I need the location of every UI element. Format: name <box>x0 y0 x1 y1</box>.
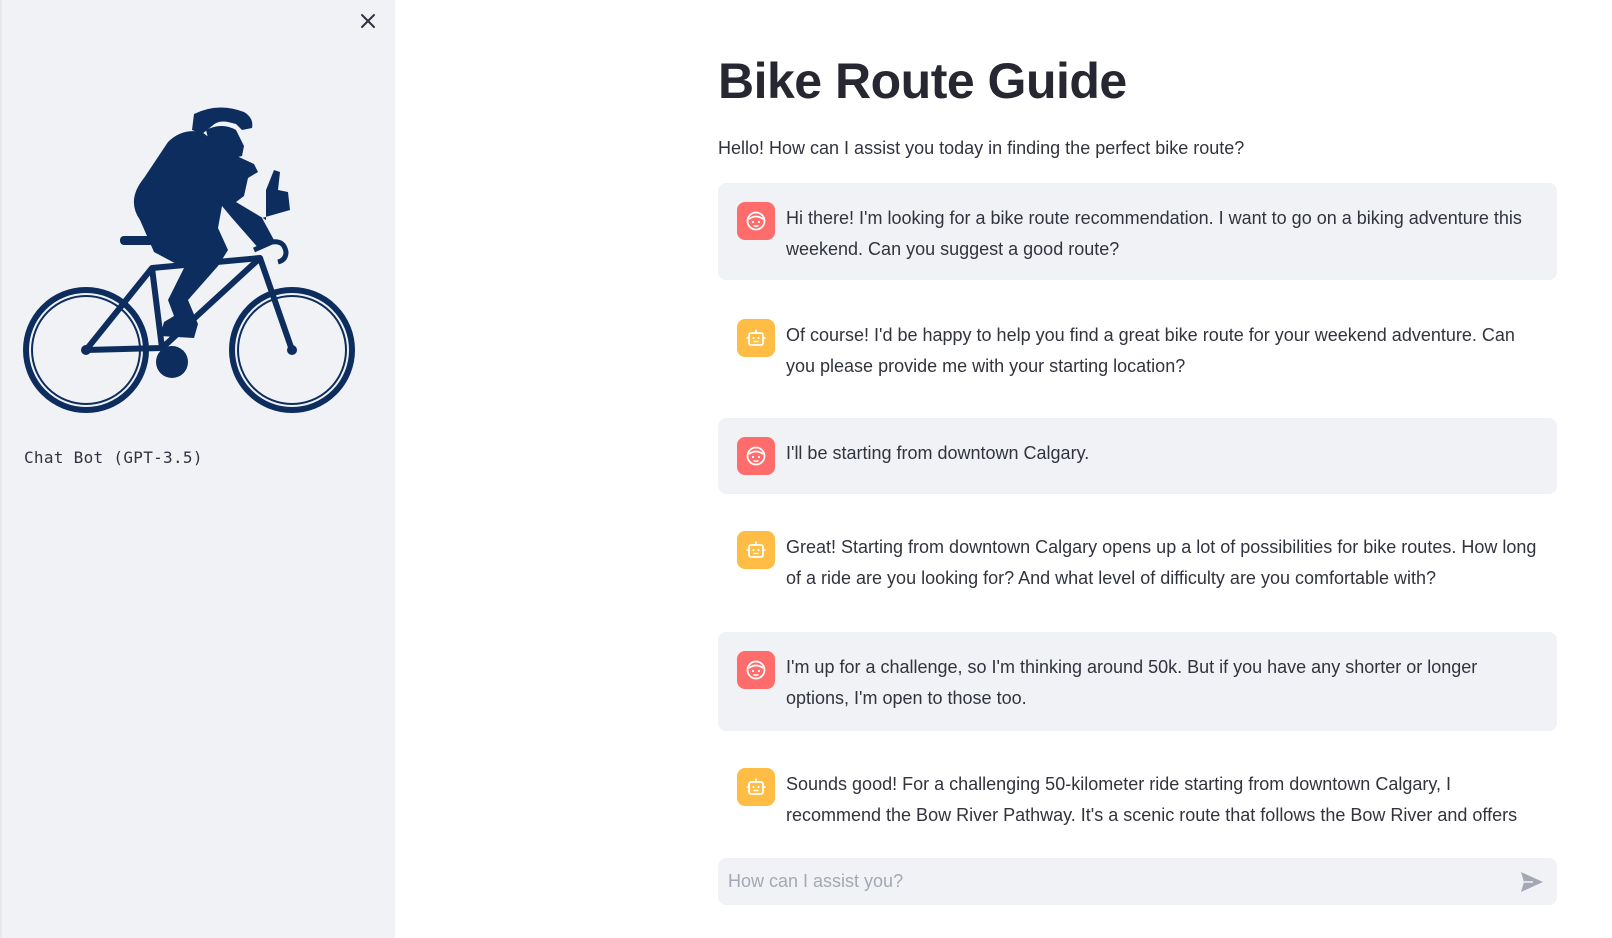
intro-text: Hello! How can I assist you today in fin… <box>718 138 1245 158</box>
message-text: Sounds good! For a challenging 50-kilome… <box>786 774 1518 837</box>
send-icon <box>1521 872 1543 892</box>
robot-icon <box>746 778 766 795</box>
message-text: Great! Starting from downtown Calgary op… <box>786 537 1537 588</box>
user-avatar <box>737 202 775 240</box>
message-text: I'll be starting from downtown Calgary. <box>786 443 1090 463</box>
page-title: Bike Route Guide <box>718 53 1127 109</box>
sidebar: Chat Bot (GPT-3.5) <box>0 0 395 938</box>
chat-input-bar <box>718 858 1557 905</box>
chat-message-user: Hi there! I'm looking for a bike route r… <box>718 183 1557 280</box>
message-text: I'm up for a challenge, so I'm thinking … <box>786 657 1478 708</box>
assistant-avatar <box>737 319 775 357</box>
chat-message-assistant: Of course! I'd be happy to help you find… <box>718 300 1557 396</box>
face-icon <box>746 211 766 231</box>
assistant-avatar <box>737 768 775 806</box>
chat-message-assistant: Great! Starting from downtown Calgary op… <box>718 512 1557 608</box>
assistant-avatar <box>737 531 775 569</box>
sidebar-caption: Chat Bot (GPT-3.5) <box>24 448 203 467</box>
message-text: Of course! I'd be happy to help you find… <box>786 325 1515 376</box>
robot-icon <box>746 541 766 558</box>
message-text: Hi there! I'm looking for a bike route r… <box>786 208 1522 259</box>
face-icon <box>746 446 766 466</box>
send-button[interactable] <box>1519 869 1545 895</box>
user-avatar <box>737 437 775 475</box>
robot-icon <box>746 329 766 346</box>
cyclist-logo <box>22 100 372 430</box>
main-content: Bike Route Guide Hello! How can I assist… <box>718 0 1558 938</box>
chat-input[interactable] <box>728 858 1488 905</box>
chat-message-user: I'll be starting from downtown Calgary. <box>718 418 1557 494</box>
face-icon <box>746 660 766 680</box>
close-icon <box>361 14 375 28</box>
close-sidebar-button[interactable] <box>356 9 380 33</box>
chat-message-assistant: Sounds good! For a challenging 50-kilome… <box>718 749 1557 837</box>
user-avatar <box>737 651 775 689</box>
chat-message-user: I'm up for a challenge, so I'm thinking … <box>718 632 1557 731</box>
